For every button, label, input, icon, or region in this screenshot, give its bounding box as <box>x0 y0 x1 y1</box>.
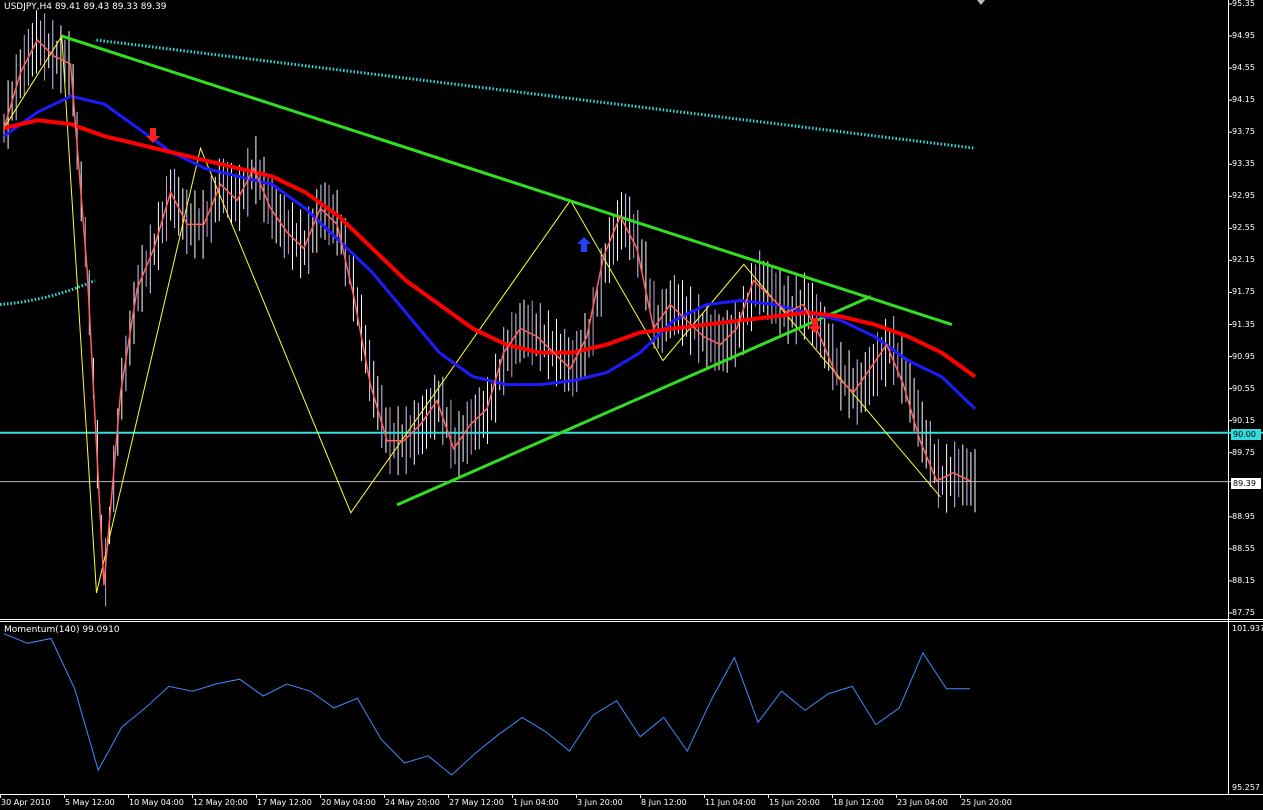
level-price-badge: 90.00 <box>1231 429 1261 440</box>
price-tick-label: 90.95 <box>1232 351 1255 361</box>
price-tick-label: 92.55 <box>1232 223 1255 233</box>
time-tick-label: 10 May 04:00 <box>129 798 184 807</box>
time-tick-label: 17 May 12:00 <box>257 798 312 807</box>
time-tick-label: 25 Jun 20:00 <box>961 798 1012 807</box>
indicator-max-label: 101.937 <box>1232 624 1263 633</box>
time-tick-label: 24 May 20:00 <box>385 798 440 807</box>
price-tick-label: 91.75 <box>1232 287 1255 297</box>
chart-title: USDJPY,H4 89.41 89.43 89.33 89.39 <box>4 2 167 12</box>
price-tick-label: 92.15 <box>1232 255 1255 265</box>
price-chart[interactable] <box>0 0 1263 810</box>
current-price-badge: 89.39 <box>1231 478 1261 489</box>
price-tick-label: 87.75 <box>1232 608 1255 617</box>
price-tick-label: 95.35 <box>1232 0 1255 8</box>
price-tick-label: 94.55 <box>1232 63 1255 73</box>
price-tick-label: 94.95 <box>1232 31 1255 41</box>
time-tick-label: 5 May 12:00 <box>65 798 115 807</box>
indicator-min-label: 95.257 <box>1232 783 1260 792</box>
price-tick-label: 94.15 <box>1232 95 1255 105</box>
price-tick-label: 88.95 <box>1232 511 1255 521</box>
price-tick-label: 93.35 <box>1232 159 1255 169</box>
time-tick-label: 20 May 04:00 <box>321 798 376 807</box>
time-tick-label: 15 Jun 20:00 <box>769 798 820 807</box>
price-tick-label: 88.55 <box>1232 543 1255 553</box>
time-tick-label: 27 May 12:00 <box>449 798 504 807</box>
price-tick-label: 89.75 <box>1232 447 1255 457</box>
price-tick-label: 90.15 <box>1232 415 1255 425</box>
price-tick-label: 91.35 <box>1232 319 1255 329</box>
price-tick-label: 88.15 <box>1232 575 1255 585</box>
indicator-title: Momentum(140) 99.0910 <box>4 625 120 635</box>
time-tick-label: 1 Jun 04:00 <box>513 798 559 807</box>
price-tick-label: 93.75 <box>1232 127 1255 137</box>
time-tick-label: 8 Jun 12:00 <box>641 798 687 807</box>
time-tick-label: 11 Jun 04:00 <box>705 798 756 807</box>
time-tick-label: 23 Jun 04:00 <box>897 798 948 807</box>
time-tick-label: 18 Jun 12:00 <box>833 798 884 807</box>
price-tick-label: 90.55 <box>1232 383 1255 393</box>
time-tick-label: 30 Apr 2010 <box>1 798 51 807</box>
time-tick-label: 3 Jun 20:00 <box>577 798 623 807</box>
time-tick-label: 12 May 20:00 <box>193 798 248 807</box>
price-tick-label: 92.95 <box>1232 191 1255 201</box>
